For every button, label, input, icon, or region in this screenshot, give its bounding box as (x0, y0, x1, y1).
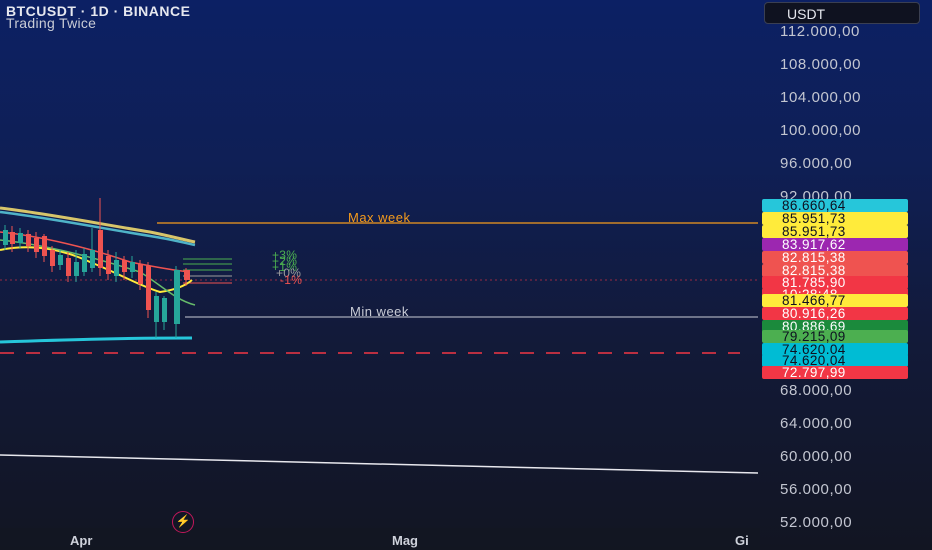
candle-down (26, 230, 31, 252)
candle-up (154, 292, 159, 338)
currency-button[interactable]: USDT (764, 2, 920, 24)
candle-up (162, 296, 167, 330)
candle-down (42, 234, 47, 262)
price-axis-label: 64.000,00 (780, 415, 853, 432)
price-axis-label: 56.000,00 (780, 481, 853, 498)
time-label-gi: Gi (735, 533, 749, 548)
candle-down (66, 252, 71, 282)
lightning-icon[interactable]: ⚡ (172, 511, 194, 533)
price-axis-label: 100.000,00 (780, 122, 862, 139)
time-label-apr: Apr (70, 533, 93, 548)
pct-label-minus1: -1% (280, 273, 303, 287)
price-axis-label: 60.000,00 (780, 448, 853, 465)
price-axis-label: 96.000,00 (780, 155, 853, 172)
candle-down (34, 232, 39, 258)
price-axis-label: 68.000,00 (780, 382, 853, 399)
price-axis-label: 104.000,00 (780, 89, 862, 106)
candle-up (82, 248, 87, 276)
candle-up (58, 250, 63, 270)
percent-level-lines (183, 258, 232, 284)
price-tag: 72.797,99 (762, 366, 908, 379)
price-axis-label: 52.000,00 (780, 514, 853, 531)
long-trendline (0, 454, 759, 474)
ma-yellow-fast (0, 246, 193, 294)
max-week-label: Max week (348, 210, 411, 225)
candle-up (18, 228, 23, 248)
ma-green (0, 239, 196, 306)
indicator-name[interactable]: Trading Twice (6, 15, 96, 31)
candle-down (98, 198, 103, 276)
price-axis-label: 112.000,00 (780, 23, 860, 40)
min-week-label: Min week (350, 304, 409, 319)
support-band (0, 336, 193, 344)
candle-down (146, 262, 151, 318)
time-label-mag: Mag (392, 533, 418, 548)
price-axis-label: 108.000,00 (780, 56, 862, 73)
candle-up (3, 225, 8, 250)
candle-up (90, 228, 95, 272)
time-axis-bg (0, 528, 760, 550)
candle-up (130, 256, 135, 278)
candle-up (174, 266, 180, 338)
